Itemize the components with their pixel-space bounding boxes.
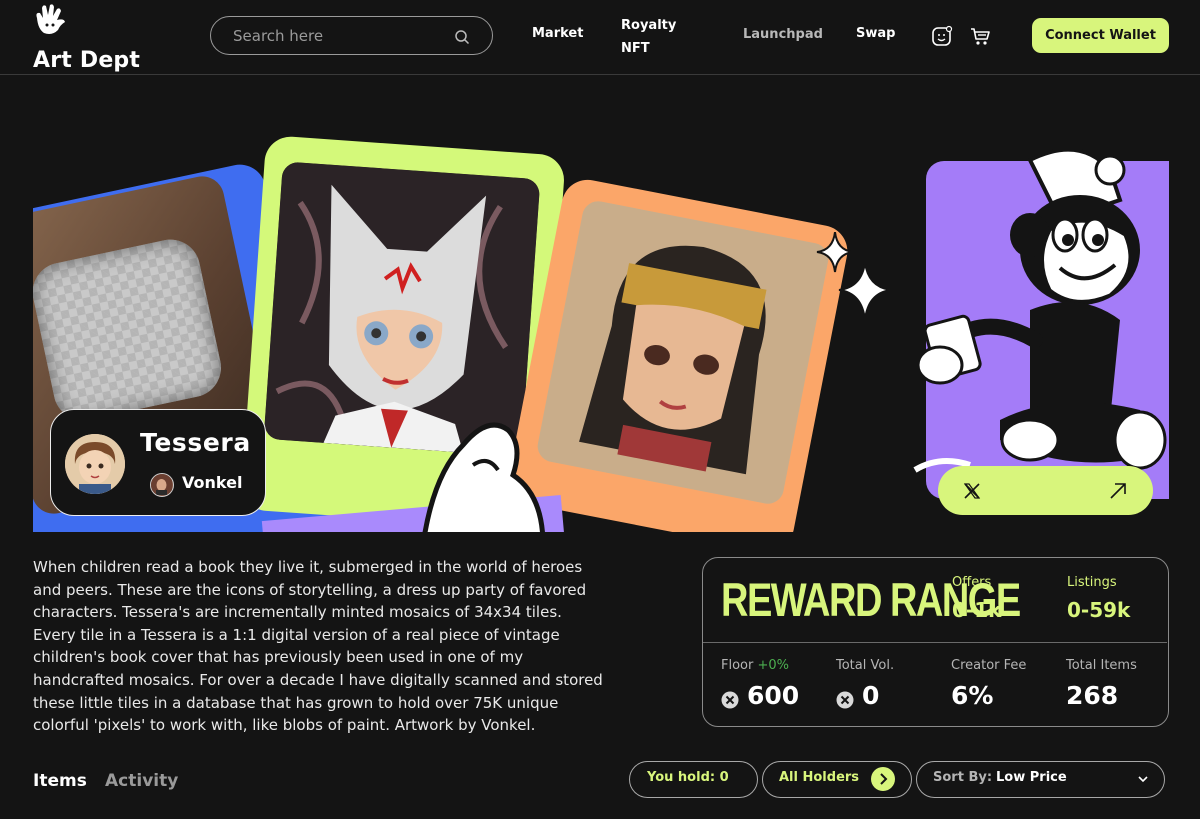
collection-avatar: [65, 434, 125, 494]
x-logo-icon[interactable]: [963, 482, 981, 500]
listings-label: Listings: [1067, 575, 1117, 590]
egyptian-girl-mosaic-artwork: [535, 198, 831, 507]
holders-go-button[interactable]: [871, 767, 895, 791]
search-input[interactable]: [233, 25, 453, 47]
search-box[interactable]: [210, 16, 493, 55]
connect-wallet-button[interactable]: Connect Wallet: [1032, 18, 1169, 53]
floor-label: Floor +0%: [721, 658, 790, 673]
offers-label: Offers: [952, 575, 992, 590]
logo-hand-icon: [36, 4, 65, 34]
top-navbar: Art Dept Market Royalty NFT Launchpad Sw…: [0, 0, 1200, 75]
tab-activity[interactable]: Activity: [105, 771, 178, 791]
stats-divider: [703, 642, 1167, 643]
floor-value: 600: [747, 681, 800, 710]
you-hold-filter[interactable]: You hold: 0: [629, 761, 758, 798]
nav-market[interactable]: Market: [532, 26, 583, 41]
creator-fee-label: Creator Fee: [951, 658, 1027, 673]
stats-panel: REWARD RANGE Offers 0-1k Listings 0-59k …: [702, 557, 1169, 727]
total-items-value: 268: [1066, 681, 1119, 710]
sort-label: Sort By:: [933, 770, 993, 785]
cartoon-hand-decoration: [422, 422, 545, 532]
sort-dropdown[interactable]: Sort By: Low Price: [916, 761, 1165, 798]
floor-change: +0%: [757, 658, 790, 673]
creator-avatar[interactable]: [150, 473, 174, 497]
coin-icon: [721, 691, 739, 709]
all-holders-label: All Holders: [779, 770, 860, 785]
tab-items[interactable]: Items: [33, 771, 87, 791]
sort-value: Low Price: [996, 770, 1067, 785]
collection-info-card: Tessera Vonkel: [50, 409, 266, 516]
search-icon[interactable]: [454, 29, 470, 45]
coin-icon: [836, 691, 854, 709]
brand-name: Art Dept: [33, 48, 141, 73]
all-holders-filter[interactable]: All Holders: [762, 761, 912, 798]
total-items-label: Total Items: [1066, 658, 1137, 673]
you-hold-label: You hold: 0: [647, 770, 729, 785]
nav-royalty-nft[interactable]: Royalty NFT: [621, 14, 691, 60]
listings-value: 0-59k: [1067, 598, 1131, 622]
creator-name-link[interactable]: Vonkel: [182, 473, 242, 492]
nav-launchpad[interactable]: Launchpad: [743, 27, 823, 42]
monkey-mascot-illustration: [913, 147, 1167, 473]
chevron-down-icon: [1138, 776, 1148, 783]
arrow-up-right-icon[interactable]: [1108, 481, 1128, 501]
offers-value: 0-1k: [952, 598, 1002, 622]
sparkle-decoration: [816, 232, 892, 321]
total-vol-label: Total Vol.: [836, 658, 895, 673]
collection-title: Tessera: [140, 428, 251, 457]
nav-swap[interactable]: Swap: [856, 26, 895, 41]
total-vol-value: 0: [862, 681, 880, 710]
cart-icon[interactable]: [970, 25, 992, 47]
collection-description: When children read a book they live it, …: [33, 558, 603, 735]
chevron-right-icon: [880, 773, 888, 785]
profile-icon[interactable]: [931, 25, 953, 47]
creator-fee-value: 6%: [951, 681, 994, 710]
